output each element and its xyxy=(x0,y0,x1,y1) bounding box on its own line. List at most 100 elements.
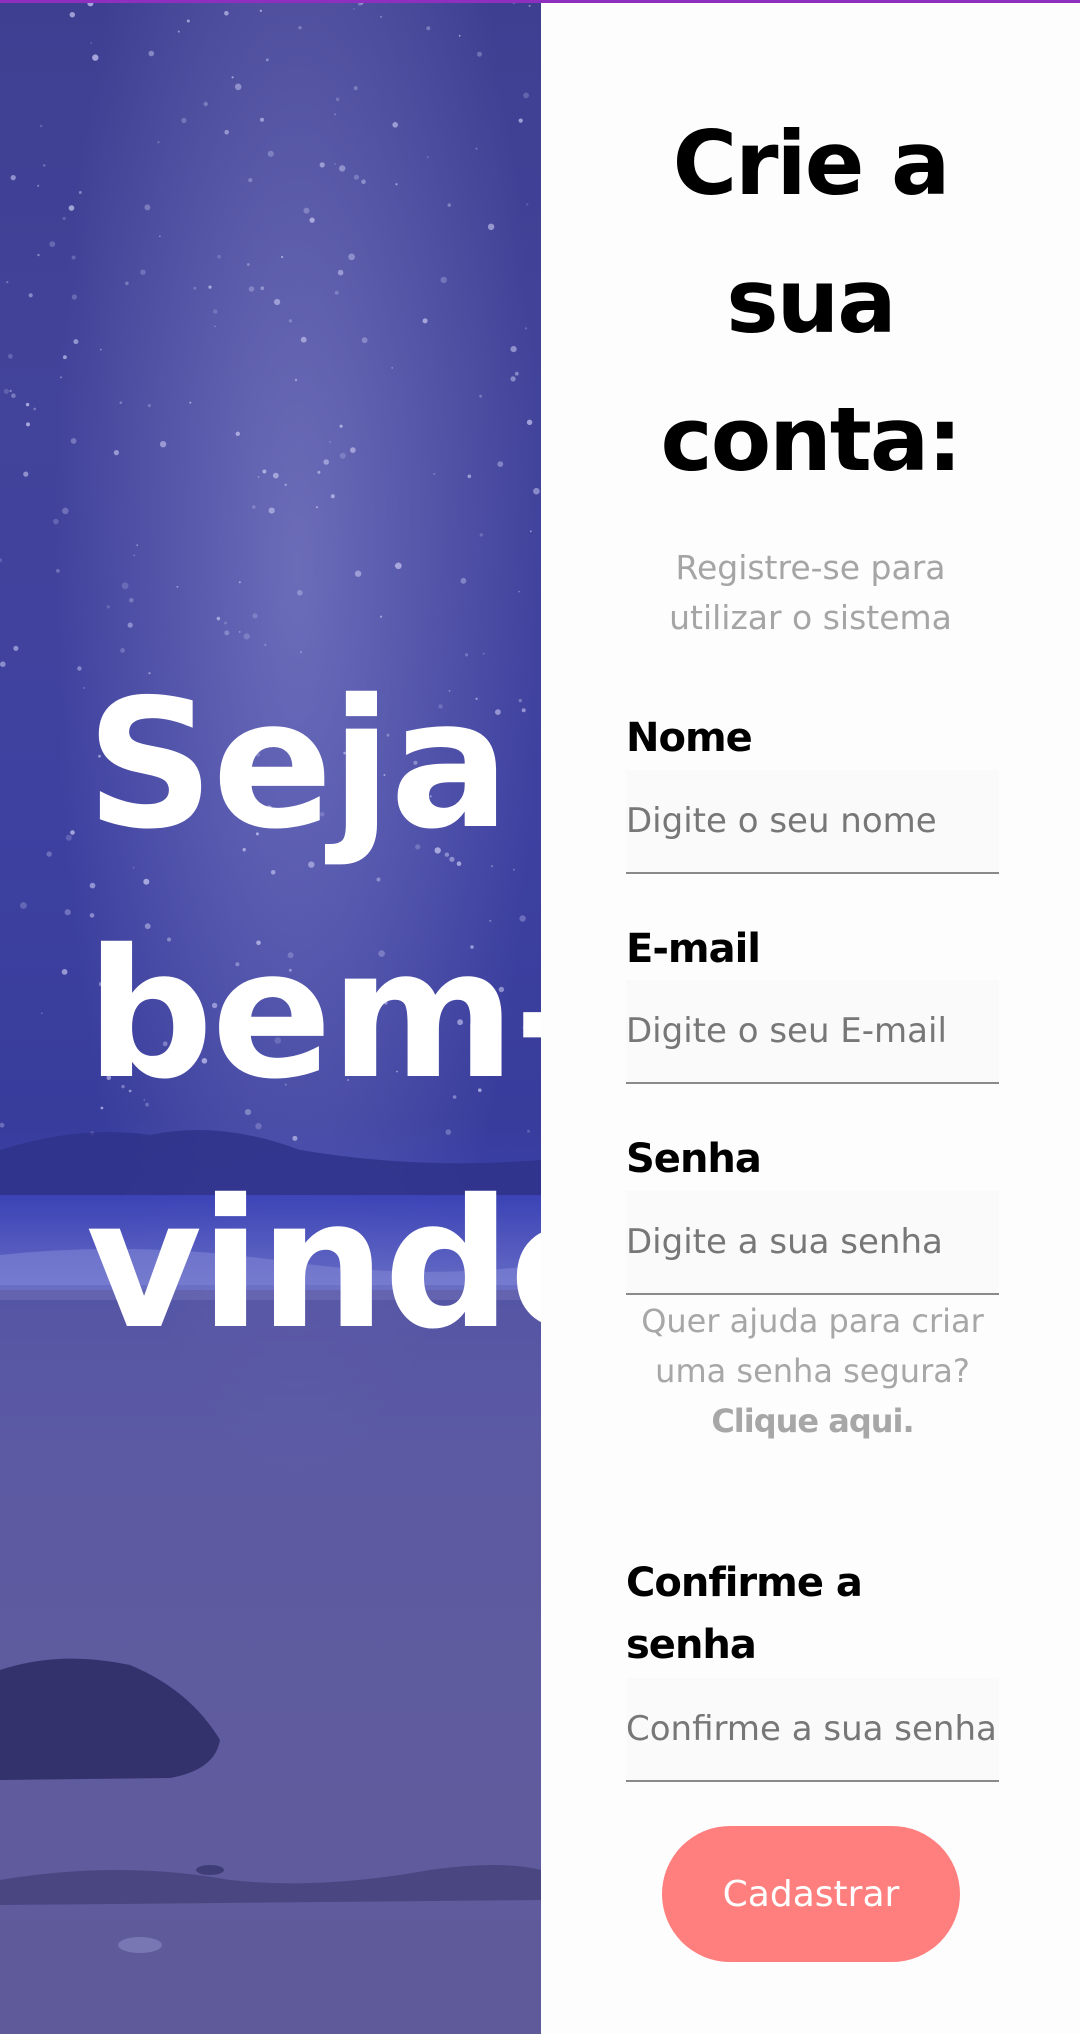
star xyxy=(248,178,253,183)
star xyxy=(334,163,336,165)
star xyxy=(193,286,197,290)
star xyxy=(330,494,335,499)
star xyxy=(224,129,229,135)
star xyxy=(243,633,250,640)
top-accent-bar xyxy=(0,0,1080,3)
star xyxy=(119,401,123,405)
star xyxy=(208,285,212,289)
star xyxy=(361,179,366,184)
star xyxy=(234,83,242,91)
star xyxy=(353,174,359,180)
star xyxy=(252,613,258,619)
star xyxy=(62,507,69,515)
register-button[interactable]: Cadastrar xyxy=(662,1826,960,1962)
star xyxy=(391,367,394,369)
star xyxy=(224,630,230,636)
star xyxy=(77,666,82,671)
register-form: Crie a sua conta: Registre-se para utili… xyxy=(541,0,1080,2034)
star xyxy=(43,164,46,167)
star xyxy=(460,577,467,584)
password-help-link[interactable]: Clique aqui. xyxy=(626,1396,999,1446)
star xyxy=(350,447,356,453)
star xyxy=(479,394,482,398)
email-input[interactable] xyxy=(626,980,999,1084)
star xyxy=(13,645,19,651)
star xyxy=(136,544,139,547)
star xyxy=(186,19,190,23)
star xyxy=(26,422,30,427)
star xyxy=(526,419,533,425)
confirm-password-input[interactable] xyxy=(626,1678,999,1782)
star xyxy=(422,318,428,324)
star xyxy=(274,298,281,306)
confirm-password-label: Confirme a senha xyxy=(626,1560,863,1668)
welcome-hero: Seja bem- vindo xyxy=(0,0,541,2034)
star xyxy=(339,452,346,459)
star xyxy=(309,217,315,223)
star xyxy=(176,585,179,588)
star xyxy=(11,393,16,399)
star xyxy=(487,223,495,230)
star xyxy=(144,204,151,211)
name-input[interactable] xyxy=(626,770,999,874)
star xyxy=(28,293,33,298)
star xyxy=(9,389,12,393)
star xyxy=(329,440,332,443)
email-label: E-mail xyxy=(626,926,761,972)
form-subtitle: Registre-se para utilizar o sistema xyxy=(669,548,952,637)
star xyxy=(68,205,75,211)
star xyxy=(267,150,274,157)
star xyxy=(235,431,240,436)
star xyxy=(10,175,16,181)
password-help-text: Quer ajuda para criar uma senha segura? xyxy=(641,1302,984,1390)
star xyxy=(53,518,59,525)
star xyxy=(447,203,451,207)
star xyxy=(272,472,279,479)
star xyxy=(224,621,227,625)
star xyxy=(339,424,343,428)
star xyxy=(71,294,77,300)
star xyxy=(334,113,337,116)
star xyxy=(262,469,267,474)
form-title: Crie a sua conta: xyxy=(660,112,963,491)
star xyxy=(49,241,56,248)
star xyxy=(257,476,260,478)
star xyxy=(518,118,523,123)
star xyxy=(510,376,516,382)
star xyxy=(213,309,218,314)
star xyxy=(518,590,520,593)
star xyxy=(268,507,275,514)
star xyxy=(70,438,77,444)
star xyxy=(3,388,9,394)
star xyxy=(523,92,529,99)
welcome-heading: Seja bem- vindo xyxy=(86,661,541,1368)
star xyxy=(294,378,298,382)
star xyxy=(337,269,344,276)
star xyxy=(395,183,398,186)
star xyxy=(353,86,358,91)
star xyxy=(189,401,192,404)
star xyxy=(62,216,66,221)
star xyxy=(339,165,346,172)
star xyxy=(467,474,472,479)
star xyxy=(300,336,307,343)
star xyxy=(217,254,221,259)
star xyxy=(510,346,517,353)
star xyxy=(71,255,76,260)
star xyxy=(20,902,27,909)
star xyxy=(181,117,187,124)
star xyxy=(317,470,321,474)
star xyxy=(224,11,229,16)
star xyxy=(216,616,221,621)
star xyxy=(90,42,93,44)
star xyxy=(125,281,129,286)
star xyxy=(127,622,133,628)
star xyxy=(129,597,134,603)
star xyxy=(528,4,531,7)
star xyxy=(526,203,529,206)
star xyxy=(361,337,368,344)
star xyxy=(148,50,155,57)
star xyxy=(61,969,68,975)
password-input[interactable] xyxy=(626,1191,999,1295)
star xyxy=(59,376,63,379)
